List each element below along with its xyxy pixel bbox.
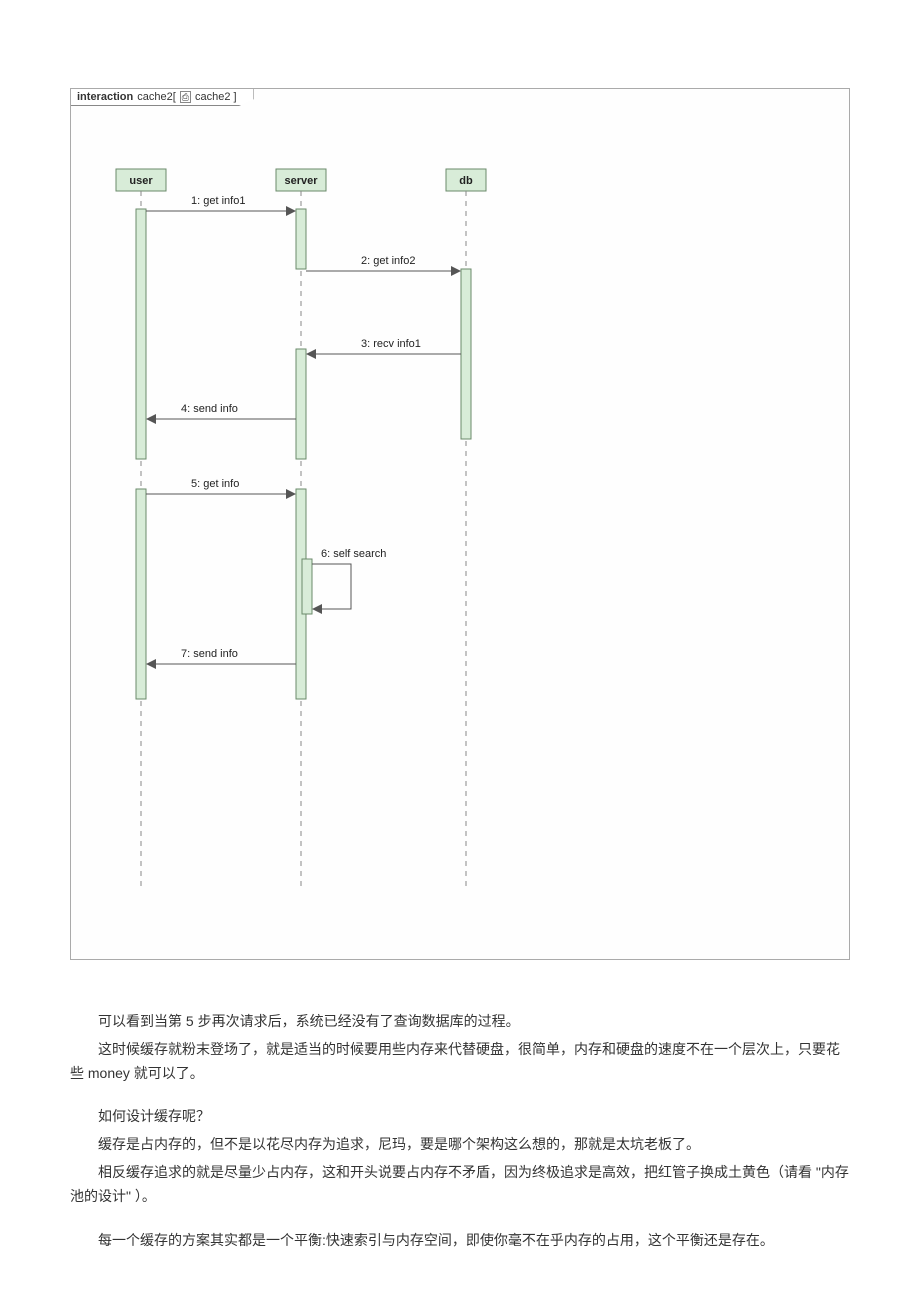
activation-user-2 <box>136 489 146 699</box>
para-2: 这时候缓存就粉末登场了，就是适当的时候要用些内存来代替硬盘，很简单，内存和硬盘的… <box>70 1038 850 1086</box>
lifeline-label-db: db <box>459 175 473 187</box>
lifeline-label-user: user <box>129 175 153 187</box>
activation-server-1 <box>296 209 306 269</box>
arrow-1 <box>286 206 296 216</box>
para-4: 缓存是占内存的，但不是以花尽内存为追求，尼玛，要是哪个架构这么想的，那就是太坑老… <box>70 1133 850 1157</box>
arrow-2 <box>451 266 461 276</box>
arrow-4 <box>146 414 156 424</box>
msg-label-6: 6: self search <box>321 548 386 560</box>
arrow-7 <box>146 659 156 669</box>
arrow-5 <box>286 489 296 499</box>
para-6: 每一个缓存的方案其实都是一个平衡:快速索引与内存空间，即使你毫不在乎内存的占用，… <box>70 1229 850 1253</box>
para-3: 如何设计缓存呢？ <box>70 1105 850 1129</box>
arrow-3 <box>306 349 316 359</box>
activation-db-1 <box>461 269 471 439</box>
msg-label-4: 4: send info <box>181 403 238 415</box>
body-text: 可以看到当第 5 步再次请求后，系统已经没有了查询数据库的过程。 这时候缓存就粉… <box>70 1010 850 1252</box>
lifeline-label-server: server <box>284 175 318 187</box>
msg-line-6 <box>312 564 351 609</box>
arrow-6 <box>312 604 322 614</box>
activation-user-1 <box>136 209 146 459</box>
sequence-diagram-svg: user server db 1: get info1 2: get info2 <box>71 89 851 959</box>
sequence-diagram-frame: interaction cache2[ ⎙ cache2 ] user serv… <box>70 88 850 960</box>
msg-label-5: 5: get info <box>191 478 239 490</box>
para-1: 可以看到当第 5 步再次请求后，系统已经没有了查询数据库的过程。 <box>70 1010 850 1034</box>
para-5: 相反缓存追求的就是尽量少占内存，这和开头说要占内存不矛盾，因为终极追求是高效，把… <box>70 1161 850 1209</box>
msg-label-1: 1: get info1 <box>191 195 245 207</box>
activation-server-self <box>302 559 312 614</box>
activation-server-2 <box>296 349 306 459</box>
msg-label-3: 3: recv info1 <box>361 338 421 350</box>
msg-label-2: 2: get info2 <box>361 255 415 267</box>
msg-label-7: 7: send info <box>181 648 238 660</box>
